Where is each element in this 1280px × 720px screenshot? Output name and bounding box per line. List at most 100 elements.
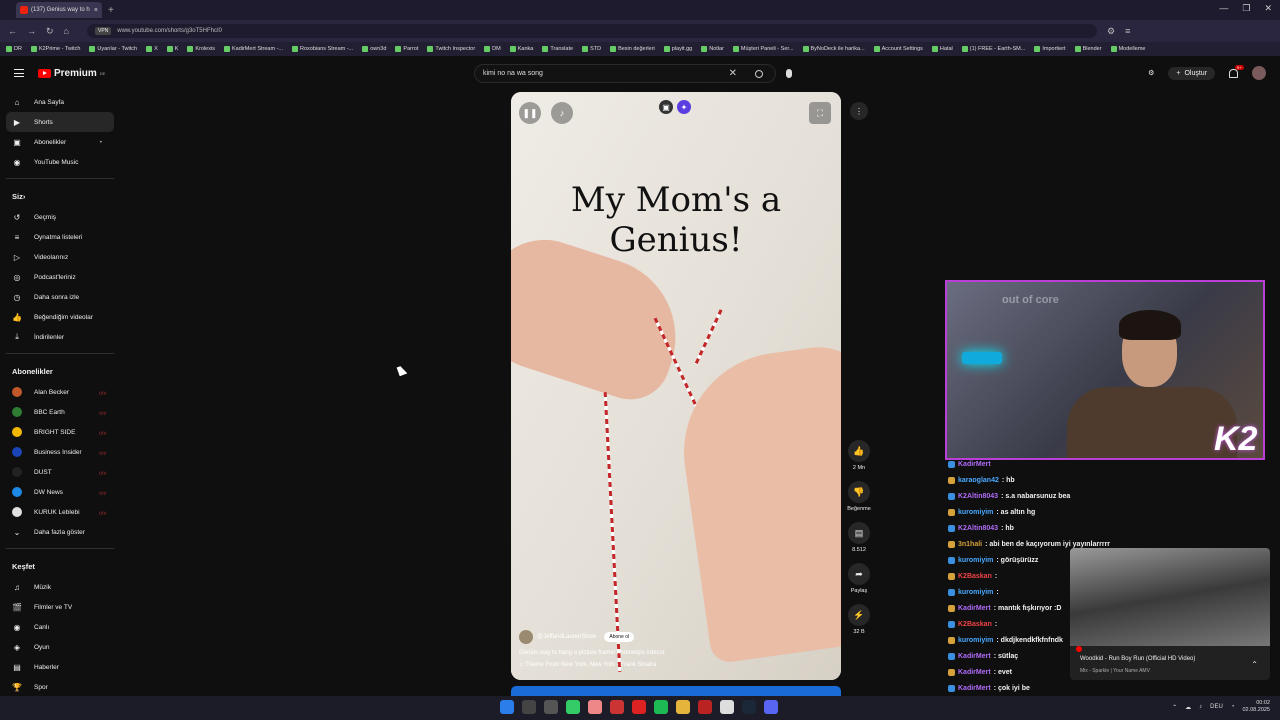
like-button[interactable]: 👍 — [848, 440, 870, 462]
pause-icon[interactable]: ❚❚ — [519, 102, 541, 124]
subscription-item[interactable]: BRIGHT SIDE ((•)) — [0, 422, 120, 442]
app-icon[interactable] — [698, 700, 712, 714]
account-avatar[interactable] — [1252, 66, 1266, 80]
chat-username[interactable]: kuromiyim — [958, 557, 993, 564]
create-button[interactable]: + Oluştur — [1168, 66, 1215, 80]
extensions-icon[interactable]: ⚙ — [1107, 26, 1115, 37]
cast-icon[interactable]: ⚙ — [1148, 69, 1154, 77]
volume-icon[interactable]: ♪ — [1199, 704, 1202, 710]
maximize-icon[interactable]: ❐ — [1242, 3, 1250, 14]
channel-avatar[interactable] — [519, 630, 533, 644]
subscription-item[interactable]: Alan Becker ((•)) — [0, 382, 120, 402]
browser-icon[interactable] — [610, 700, 624, 714]
more-options-icon[interactable]: ⋮ — [850, 102, 868, 120]
sidebar-item-m-zik[interactable]: ♫ Müzik — [0, 577, 120, 597]
chat-username[interactable]: KadirMert — [958, 669, 991, 676]
sidebar-item-ana-sayfa[interactable]: ⌂ Ana Sayfa — [0, 92, 120, 112]
chat-username[interactable]: K2Altin8043 — [958, 525, 998, 532]
bookmark-item[interactable]: Importiert — [1034, 46, 1066, 52]
bookmark-item[interactable]: K — [166, 46, 178, 52]
url-field[interactable]: VPN www.youtube.com/shorts/g3oT5HFhcI0 — [86, 24, 1097, 38]
bookmark-item[interactable]: Translate — [542, 46, 573, 52]
steam-icon[interactable] — [742, 700, 756, 714]
chat-username[interactable]: karaoglan42 — [958, 477, 999, 484]
chat-username[interactable]: KadirMert — [958, 605, 991, 612]
search-input[interactable]: kimi no na wa song ✕ — [474, 64, 776, 83]
bookmark-item[interactable]: KadirMert Stream -... — [223, 46, 283, 52]
volume-icon[interactable]: ♪ — [551, 102, 573, 124]
subscription-item[interactable]: DUST ((•)) — [0, 462, 120, 482]
sidebar-item-spor[interactable]: 🏆 Spor — [0, 677, 120, 696]
bookmark-item[interactable]: own3d — [362, 46, 386, 52]
sidebar-item-daha-sonra-izle[interactable]: ◷ Daha sonra izle — [0, 287, 120, 307]
dislike-button[interactable]: 👎 — [848, 481, 870, 503]
tray-chevron-icon[interactable]: ⌃ — [1172, 704, 1177, 711]
channel-name[interactable]: @JeffandLaurenShow — [537, 634, 596, 640]
youtube-premium-logo[interactable]: Premium DE — [38, 68, 105, 79]
show-more-button[interactable]: ⌄ Daha fazla göster — [0, 522, 120, 542]
windows-start-icon[interactable] — [500, 700, 514, 714]
network-icon[interactable]: ☁ — [1185, 704, 1191, 711]
close-window-icon[interactable]: ✕ — [1264, 3, 1272, 14]
voice-search-icon[interactable] — [786, 69, 792, 78]
spotify-icon[interactable] — [654, 700, 668, 714]
sidebar-item-be-endi-im-videolar[interactable]: 👍 Beğendiğim videolar — [0, 307, 120, 327]
chat-username[interactable]: KadirMert — [958, 653, 991, 660]
bookmark-item[interactable]: Besin değerleri — [610, 46, 655, 52]
subscription-item[interactable]: KURUK Leblebi ((•)) — [0, 502, 120, 522]
clear-search-icon[interactable]: ✕ — [729, 68, 737, 79]
chat-username[interactable]: K2Baskan — [958, 621, 992, 628]
app-icon[interactable] — [588, 700, 602, 714]
wifi-icon[interactable]: ◔ — [1231, 704, 1235, 710]
language-indicator[interactable]: DEU — [1210, 704, 1223, 710]
you-section-header[interactable]: Siz › — [0, 185, 120, 207]
share-button[interactable]: ➦ — [848, 563, 870, 585]
bookmark-item[interactable]: DR — [6, 46, 22, 52]
file-explorer-icon[interactable] — [676, 700, 690, 714]
chat-username[interactable]: kuromiyim — [958, 509, 993, 516]
subscription-item[interactable]: DW News ((•)) — [0, 482, 120, 502]
subscription-item[interactable]: Business Insider ((•)) — [0, 442, 120, 462]
next-short-preview[interactable] — [511, 686, 841, 696]
bookmark-item[interactable]: Modelleme — [1110, 46, 1145, 52]
video-description[interactable]: Genius way to hang a picture frame! #hom… — [519, 650, 819, 656]
chat-username[interactable]: K2Baskan — [958, 573, 992, 580]
app-icon[interactable] — [566, 700, 580, 714]
sidebar-item-podcast-leriniz[interactable]: ◎ Podcast'leriniz — [0, 267, 120, 287]
opera-gx-icon[interactable] — [632, 700, 646, 714]
music-attribution[interactable]: ♫ Theme From New York, New York · Frank … — [519, 662, 819, 668]
sidebar-item-abonelikler[interactable]: ▣ Abonelikler • — [0, 132, 120, 152]
menu-icon[interactable]: ≡ — [1125, 26, 1130, 36]
sidebar-item-ge-mi-[interactable]: ↺ Geçmiş — [0, 207, 120, 227]
bookmark-item[interactable]: (1) FREE - Earth-SM... — [961, 46, 1025, 52]
forward-icon[interactable]: → — [27, 26, 36, 36]
sidebar-item-videolar-n-z[interactable]: ▷ Videolarınız — [0, 247, 120, 267]
vpn-badge[interactable]: VPN — [94, 27, 112, 35]
bookmark-item[interactable]: Kanka — [509, 46, 533, 52]
chat-username[interactable]: kuromiyim — [958, 589, 993, 596]
discord-icon[interactable] — [764, 700, 778, 714]
bookmark-item[interactable]: Uyarılar - Twitch — [89, 46, 137, 52]
chat-username[interactable]: kuromiyim — [958, 637, 993, 644]
bookmark-item[interactable]: Hatal — [931, 46, 953, 52]
fullscreen-icon[interactable]: ⛶ — [809, 102, 831, 124]
bookmark-item[interactable]: STD — [582, 46, 601, 52]
subscribe-button[interactable]: Abone ol — [604, 632, 635, 642]
chat-username[interactable]: K2Altin8043 — [958, 493, 998, 500]
clock[interactable]: 00:02 02.08.2025 — [1242, 700, 1270, 714]
guide-menu-icon[interactable] — [14, 69, 24, 77]
app-icon[interactable] — [720, 700, 734, 714]
bookmark-item[interactable]: X — [146, 46, 158, 52]
sidebar-item-shorts[interactable]: ▶ Shorts — [6, 112, 114, 132]
sidebar-item-filmler-ve-tv[interactable]: 🎬 Filmler ve TV — [0, 597, 120, 617]
bookmark-item[interactable]: ByNoDeck ile harika... — [802, 46, 865, 52]
bookmark-item[interactable]: Krolexis — [187, 46, 215, 52]
bookmark-item[interactable]: Müşteri Paneli - Ser... — [732, 46, 794, 52]
reload-icon[interactable]: ↻ — [46, 26, 54, 37]
bookmark-item[interactable]: Notlar — [701, 46, 724, 52]
sidebar-item-oyun[interactable]: ◈ Oyun — [0, 637, 120, 657]
shorts-player[interactable]: My Mom's a Genius! ❚❚ ♪ ▣ ✦ ⛶ @JeffandLa… — [511, 92, 841, 680]
search-icon[interactable] — [522, 700, 536, 714]
bookmark-item[interactable]: DM — [484, 46, 501, 52]
browser-tab[interactable]: (137) Genius way to h × — [16, 2, 102, 18]
